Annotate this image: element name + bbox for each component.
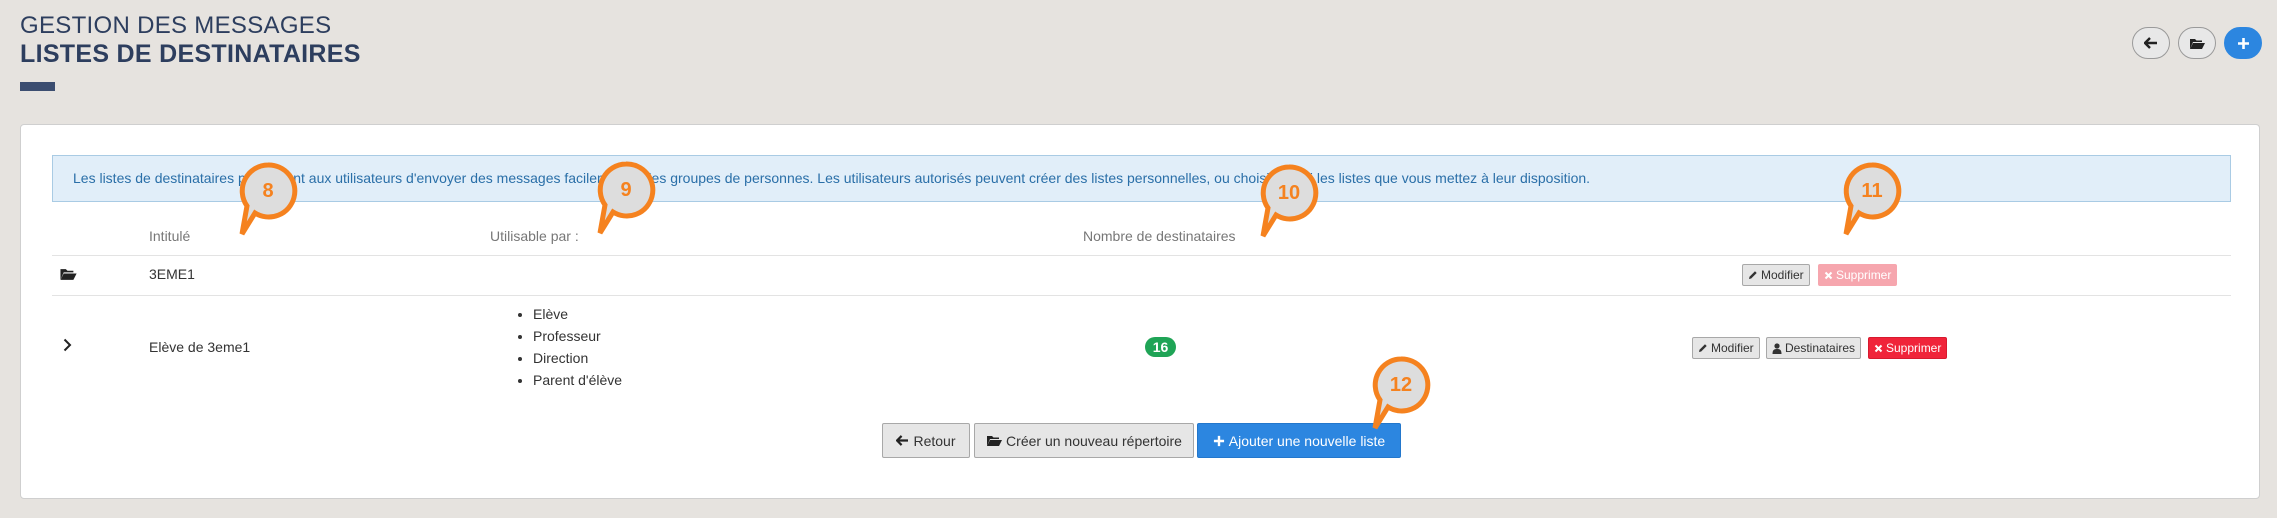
folder-open-icon: [2190, 38, 2205, 49]
close-icon: [1874, 344, 1883, 352]
delete-button[interactable]: Supprimer: [1818, 264, 1898, 286]
back-button[interactable]: Retour: [882, 423, 970, 458]
callout-marker: 8: [239, 162, 315, 238]
chevron-right-icon[interactable]: [63, 338, 72, 352]
list-item: Parent d'élève: [533, 369, 622, 391]
recipients-button[interactable]: Destinataires: [1766, 337, 1862, 359]
close-icon: [1824, 271, 1833, 279]
add-list-label: Ajouter une nouvelle liste: [1228, 432, 1386, 449]
usable-by-list: Elève Professeur Direction Parent d'élèv…: [513, 303, 622, 391]
plus-icon: [2237, 37, 2249, 49]
new-folder-button[interactable]: Créer un nouveau répertoire: [974, 423, 1194, 458]
row-name[interactable]: 3EME1: [149, 266, 195, 282]
callout-marker: 10: [1260, 164, 1336, 240]
modify-label: Modifier: [1711, 341, 1754, 355]
back-label: Retour: [913, 432, 956, 449]
column-header-title: Intitulé: [149, 228, 191, 244]
main-panel: Les listes de destinataires permettent a…: [20, 124, 2260, 499]
column-header-usable-by: Utilisable par :: [490, 228, 579, 244]
row-name[interactable]: Elève de 3eme1: [149, 339, 250, 355]
new-folder-label: Créer un nouveau répertoire: [1006, 432, 1182, 449]
pencil-icon: [1749, 271, 1757, 279]
callout-marker: 12: [1372, 356, 1448, 432]
folder-open-icon: [60, 269, 77, 280]
folder-open-icon: [987, 436, 1003, 446]
modify-button[interactable]: Modifier: [1692, 337, 1760, 359]
row-divider: [52, 295, 2231, 296]
recipients-label: Destinataires: [1785, 341, 1856, 355]
pencil-icon: [1699, 344, 1707, 352]
delete-button[interactable]: Supprimer: [1868, 337, 1948, 359]
add-top-button[interactable]: [2224, 27, 2262, 59]
add-list-button[interactable]: Ajouter une nouvelle liste: [1197, 423, 1401, 458]
modify-button[interactable]: Modifier: [1742, 264, 1810, 286]
list-item: Elève: [533, 303, 622, 325]
title-underline: [20, 82, 55, 91]
callout-marker: 9: [597, 161, 673, 237]
recipient-count-badge: 16: [1145, 337, 1176, 357]
user-icon: [1772, 342, 1782, 354]
back-top-button[interactable]: [2132, 27, 2170, 59]
arrow-left-icon: [2144, 37, 2157, 49]
delete-label: Supprimer: [1836, 268, 1892, 282]
callout-marker: 11: [1843, 162, 1919, 238]
page-title: LISTES DE DESTINATAIRES: [20, 40, 361, 68]
plus-icon: [1213, 435, 1224, 446]
column-header-recipient-count: Nombre de destinataires: [1083, 228, 1236, 244]
list-item: Direction: [533, 347, 622, 369]
row-divider: [52, 255, 2231, 256]
arrow-left-icon: [896, 435, 909, 446]
modify-label: Modifier: [1761, 268, 1804, 282]
list-item: Professeur: [533, 325, 622, 347]
folder-top-button[interactable]: [2178, 27, 2216, 59]
delete-label: Supprimer: [1886, 341, 1942, 355]
page-subtitle: GESTION DES MESSAGES: [20, 12, 332, 39]
